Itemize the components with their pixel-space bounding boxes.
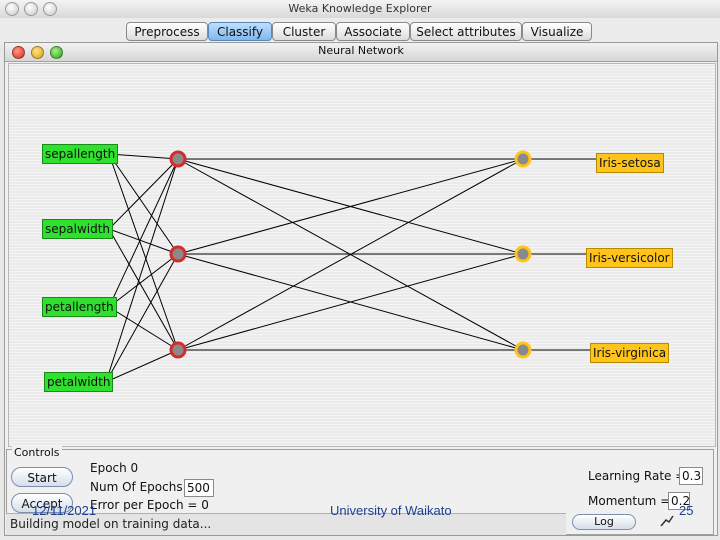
- output-node[interactable]: [514, 245, 532, 263]
- footer-university: University of Waikato: [330, 503, 452, 518]
- error-per-epoch-text: Error per Epoch = 0: [90, 498, 209, 512]
- learning-rate-field[interactable]: 0.3: [679, 467, 703, 485]
- output-label-iris-virginica[interactable]: Iris-virginica: [590, 343, 670, 363]
- tab-visualize[interactable]: Visualize: [522, 22, 592, 41]
- momentum-label: Momentum =: [588, 494, 671, 508]
- network-canvas[interactable]: sepallength sepalwidth petallength petalwid…: [8, 63, 716, 447]
- connection-line: [105, 158, 179, 383]
- hidden-node[interactable]: [169, 245, 187, 263]
- num-epochs-field[interactable]: 500: [184, 479, 214, 497]
- num-epochs-label: Num Of Epochs: [90, 480, 183, 494]
- learning-rate-label: Learning Rate =: [588, 469, 686, 483]
- hidden-node[interactable]: [169, 150, 187, 168]
- controls-title: Controls: [12, 446, 62, 459]
- connection-line: [105, 349, 179, 383]
- neural-network-title: Neural Network: [318, 44, 404, 57]
- connection-line: [108, 228, 179, 351]
- connection-line: [108, 153, 179, 351]
- tab-preprocess[interactable]: Preprocess: [126, 22, 208, 41]
- connection-line: [108, 153, 179, 160]
- input-node-sepallength[interactable]: sepallength: [42, 144, 119, 164]
- input-node-sepalwidth[interactable]: sepalwidth: [42, 219, 114, 239]
- output-node[interactable]: [514, 150, 532, 168]
- footer-date: 12/11/2021: [32, 503, 97, 518]
- log-button[interactable]: Log: [572, 514, 636, 530]
- output-node[interactable]: [514, 341, 532, 359]
- window-title: Weka Knowledge Explorer: [288, 2, 432, 15]
- input-node-petallength[interactable]: petallength: [42, 297, 117, 317]
- input-node-petalwidth[interactable]: petalwidth: [44, 372, 114, 392]
- tab-associate[interactable]: Associate: [336, 22, 410, 41]
- tab-select-attributes[interactable]: Select attributes: [410, 22, 522, 41]
- output-label-iris-setosa[interactable]: Iris-setosa: [596, 153, 664, 173]
- footer-page-number: 25: [679, 503, 694, 518]
- tab-classify[interactable]: Classify: [208, 22, 272, 41]
- epoch-text: Epoch 0: [90, 461, 139, 475]
- connection-line: [108, 306, 179, 351]
- start-button[interactable]: Start: [11, 467, 73, 487]
- output-label-iris-versicolor[interactable]: Iris-versicolor: [586, 248, 673, 268]
- connection-line: [108, 253, 179, 308]
- tab-cluster[interactable]: Cluster: [272, 22, 336, 41]
- bird-icon: [660, 513, 674, 529]
- hidden-node[interactable]: [169, 341, 187, 359]
